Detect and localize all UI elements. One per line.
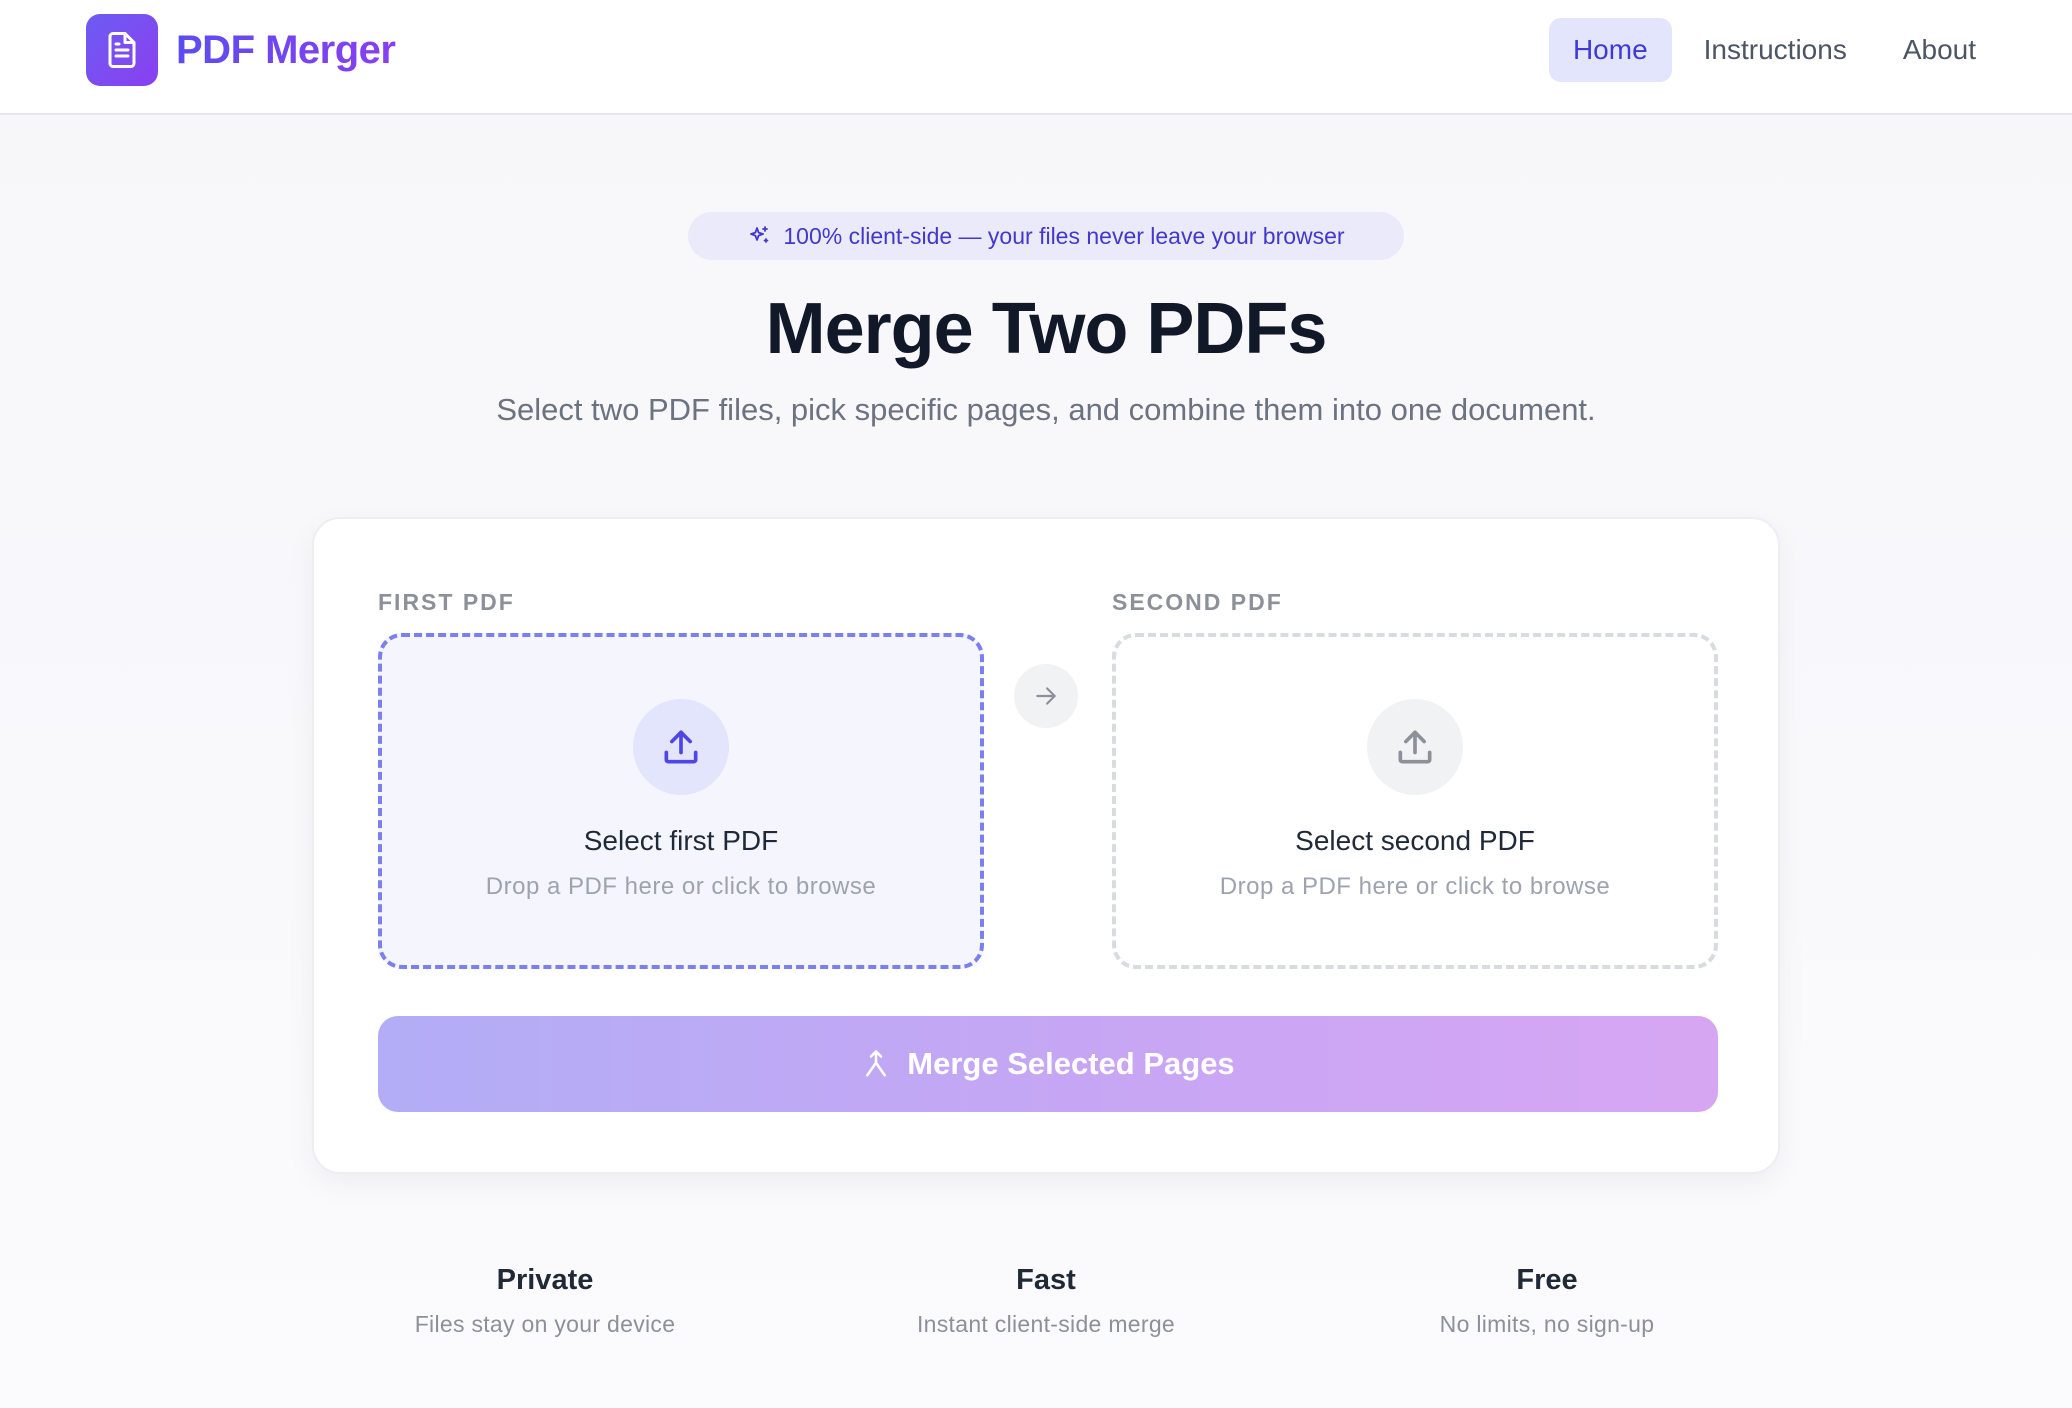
sparkles-icon [747,224,771,248]
top-header: PDF Merger Home Instructions About [0,0,2072,115]
arrow-right-icon [1014,664,1078,728]
client-side-badge: 100% client-side — your files never leav… [688,212,1404,260]
feature-private: Private Files stay on your device [325,1264,765,1338]
nav-about[interactable]: About [1879,18,2000,82]
page-title: Merge Two PDFs [765,289,1328,369]
feature-free: Free No limits, no sign-up [1327,1264,1767,1338]
second-pdf-title: Select second PDF [1295,825,1535,856]
nav-instructions[interactable]: Instructions [1680,18,1871,82]
first-pdf-label: FIRST PDF [378,589,515,615]
merge-button-label: Merge Selected Pages [907,1046,1235,1081]
merge-icon [861,1049,891,1079]
upload-icon [1367,699,1463,795]
feature-title: Free [1516,1264,1578,1296]
upload-icon [633,699,729,795]
first-pdf-hint: Drop a PDF here or click to browse [485,873,877,900]
feature-fast: Fast Instant client-side merge [826,1264,1266,1338]
brand[interactable]: PDF Merger [86,14,396,86]
first-pdf-dropzone[interactable]: Select first PDF Drop a PDF here or clic… [378,633,984,969]
merge-button[interactable]: Merge Selected Pages [378,1016,1718,1112]
document-icon [86,14,158,86]
second-pdf-label: SECOND PDF [1112,589,1283,615]
feature-description: Instant client-side merge [916,1311,1176,1337]
merge-card: FIRST PDF SECOND PDF Select first PDF Dr… [312,517,1780,1174]
feature-description: Files stay on your device [414,1311,676,1337]
nav-home[interactable]: Home [1548,18,1672,82]
feature-title: Private [496,1264,594,1296]
app-name: PDF Merger [176,27,396,72]
badge-text: 100% client-side — your files never leav… [783,222,1345,249]
page-subtitle: Select two PDF files, pick specific page… [496,392,1596,427]
first-pdf-title: Select first PDF [583,825,779,856]
main-nav: Home Instructions About [1541,18,2000,82]
second-pdf-hint: Drop a PDF here or click to browse [1219,873,1611,900]
feature-description: No limits, no sign-up [1439,1311,1655,1337]
feature-title: Fast [1016,1264,1076,1296]
second-pdf-dropzone[interactable]: Select second PDF Drop a PDF here or cli… [1112,633,1718,969]
